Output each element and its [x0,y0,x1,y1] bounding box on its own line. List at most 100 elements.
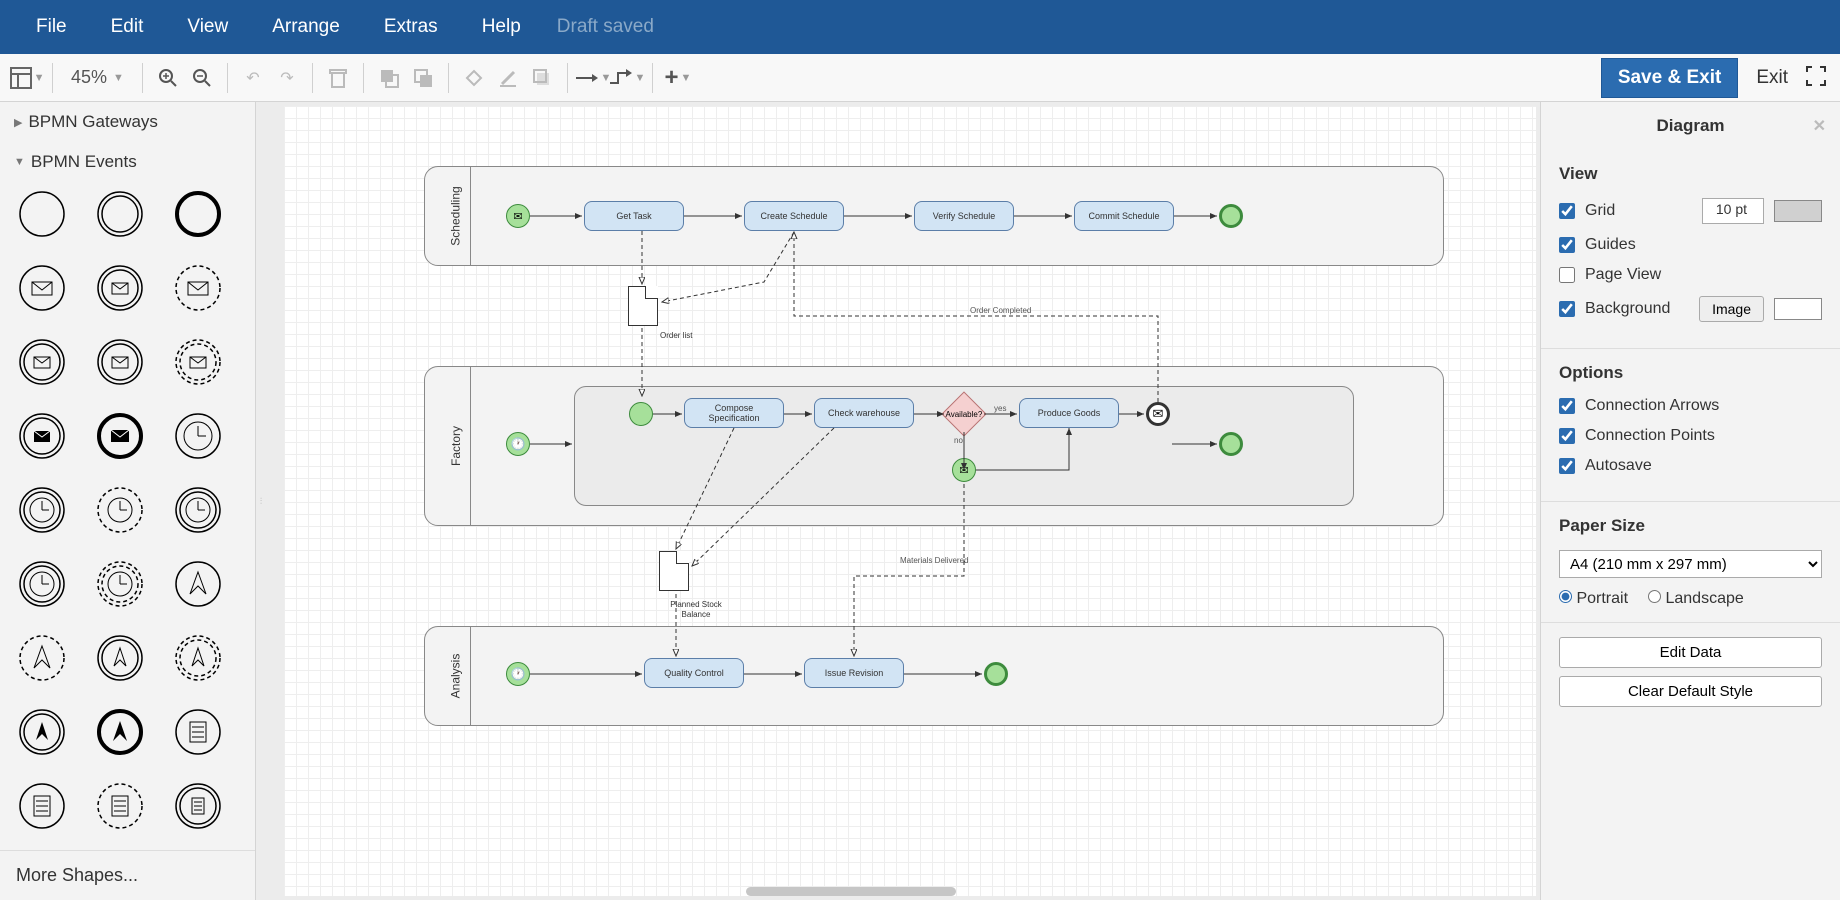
zoom-in-icon[interactable] [151,61,185,95]
shape-escalation-end[interactable] [92,704,148,760]
to-front-icon[interactable] [372,61,406,95]
autosave-label: Autosave [1585,457,1652,475]
close-icon[interactable]: ✕ [1813,116,1826,136]
pool-label: Factory [441,367,471,525]
shape-timer-start[interactable] [170,408,226,464]
task-create-schedule[interactable]: Create Schedule [744,201,844,231]
message-intermediate-event[interactable]: ✉ [952,458,976,482]
shape-escalation-boundary-ni[interactable] [170,630,226,686]
document-order-list[interactable] [628,286,658,326]
edit-data-button[interactable]: Edit Data [1559,637,1822,668]
canvas-area[interactable]: ⫶ Scheduling ✉ Get Task Create Schedule … [256,102,1540,900]
grid-color-swatch[interactable] [1774,200,1822,222]
zoom-level[interactable]: 45%▼ [61,67,134,88]
shape-message-boundary-ni[interactable] [170,334,226,390]
end-event-1[interactable] [1219,204,1243,228]
menu-edit[interactable]: Edit [93,10,162,44]
pageview-label: Page View [1585,266,1661,284]
shape-escalation-throw[interactable] [14,704,70,760]
shape-escalation-ni[interactable] [14,630,70,686]
conn-points-checkbox[interactable] [1559,428,1575,444]
fullscreen-icon[interactable] [1806,66,1830,90]
document-stock-balance[interactable] [659,551,689,591]
menu-view[interactable]: View [169,10,246,44]
grid-size-input[interactable]: 10 pt [1702,198,1764,224]
menu-arrange[interactable]: Arrange [254,10,358,44]
more-shapes-button[interactable]: More Shapes... [0,850,255,900]
task-compose-spec[interactable]: Compose Specification [684,398,784,428]
shape-conditional-catch[interactable] [170,778,226,834]
shape-timer-ni[interactable] [92,482,148,538]
timer-start-event[interactable]: 🕐 [506,432,530,456]
autosave-checkbox[interactable] [1559,458,1575,474]
shape-message-end[interactable] [92,408,148,464]
shape-event-end[interactable] [170,186,226,242]
line-color-icon[interactable] [491,61,525,95]
landscape-radio[interactable]: Landscape [1648,590,1744,608]
redo-icon[interactable]: ↷ [270,61,304,95]
portrait-radio[interactable]: Portrait [1559,590,1628,608]
shape-message-catch[interactable] [14,334,70,390]
shape-conditional-boundary[interactable] [92,778,148,834]
pageview-checkbox[interactable] [1559,267,1575,283]
undo-icon[interactable]: ↶ [236,61,270,95]
shape-conditional-start[interactable] [170,704,226,760]
shape-conditional-ni[interactable] [14,778,70,834]
shape-timer-intermediate[interactable] [14,482,70,538]
add-icon[interactable]: +▼ [661,61,695,95]
shape-message-throw[interactable] [14,408,70,464]
end-event-3[interactable] [984,662,1008,686]
task-issue-revision[interactable]: Issue Revision [804,658,904,688]
message-end-event[interactable]: ✉ [1146,402,1170,426]
task-produce-goods[interactable]: Produce Goods [1019,398,1119,428]
conn-arrows-checkbox[interactable] [1559,398,1575,414]
shape-message-intermediate[interactable] [92,260,148,316]
menu-help[interactable]: Help [464,10,539,44]
shape-event-intermediate[interactable] [92,186,148,242]
task-commit-schedule[interactable]: Commit Schedule [1074,201,1174,231]
shape-escalation-start[interactable] [170,556,226,612]
delete-icon[interactable] [321,61,355,95]
shape-event-start[interactable] [14,186,70,242]
task-verify-schedule[interactable]: Verify Schedule [914,201,1014,231]
paper-size-select[interactable]: A4 (210 mm x 297 mm) [1559,550,1822,578]
shape-timer-catch[interactable] [170,482,226,538]
task-get-task[interactable]: Get Task [584,201,684,231]
exit-button[interactable]: Exit [1746,61,1798,95]
task-quality-control[interactable]: Quality Control [644,658,744,688]
start-event-message[interactable]: ✉ [506,204,530,228]
shape-escalation-boundary[interactable] [92,630,148,686]
guides-checkbox[interactable] [1559,237,1575,253]
background-color-swatch[interactable] [1774,298,1822,320]
shape-message-noninterrupt[interactable] [170,260,226,316]
task-check-warehouse[interactable]: Check warehouse [814,398,914,428]
sidebar-group-gateways[interactable]: ▶BPMN Gateways [0,102,255,142]
fill-icon[interactable] [457,61,491,95]
save-exit-button[interactable]: Save & Exit [1601,58,1739,98]
start-event-sub[interactable] [629,402,653,426]
horizontal-scrollbar[interactable] [746,887,956,896]
shape-timer-boundary-ni[interactable] [92,556,148,612]
waypoint-icon[interactable]: ▼ [610,61,644,95]
end-event-2[interactable] [1219,432,1243,456]
grid-label: Grid [1585,202,1615,220]
pool-analysis[interactable]: Analysis [424,626,1444,726]
shadow-icon[interactable] [525,61,559,95]
layout-button[interactable]: ▼ [10,61,44,95]
drawing-canvas[interactable]: Scheduling ✉ Get Task Create Schedule Ve… [284,106,1536,896]
shape-timer-boundary[interactable] [14,556,70,612]
splitter-handle[interactable]: ⫶ [256,102,266,900]
shape-message-start[interactable] [14,260,70,316]
sidebar-group-events[interactable]: ▼BPMN Events [0,142,255,182]
shape-message-boundary[interactable] [92,334,148,390]
grid-checkbox[interactable] [1559,203,1575,219]
menu-extras[interactable]: Extras [366,10,456,44]
menu-file[interactable]: File [18,10,85,44]
clear-style-button[interactable]: Clear Default Style [1559,676,1822,707]
background-checkbox[interactable] [1559,301,1575,317]
to-back-icon[interactable] [406,61,440,95]
timer-start-event-2[interactable]: 🕐 [506,662,530,686]
zoom-out-icon[interactable] [185,61,219,95]
connection-icon[interactable]: ▼ [576,61,610,95]
image-button[interactable]: Image [1699,296,1764,322]
